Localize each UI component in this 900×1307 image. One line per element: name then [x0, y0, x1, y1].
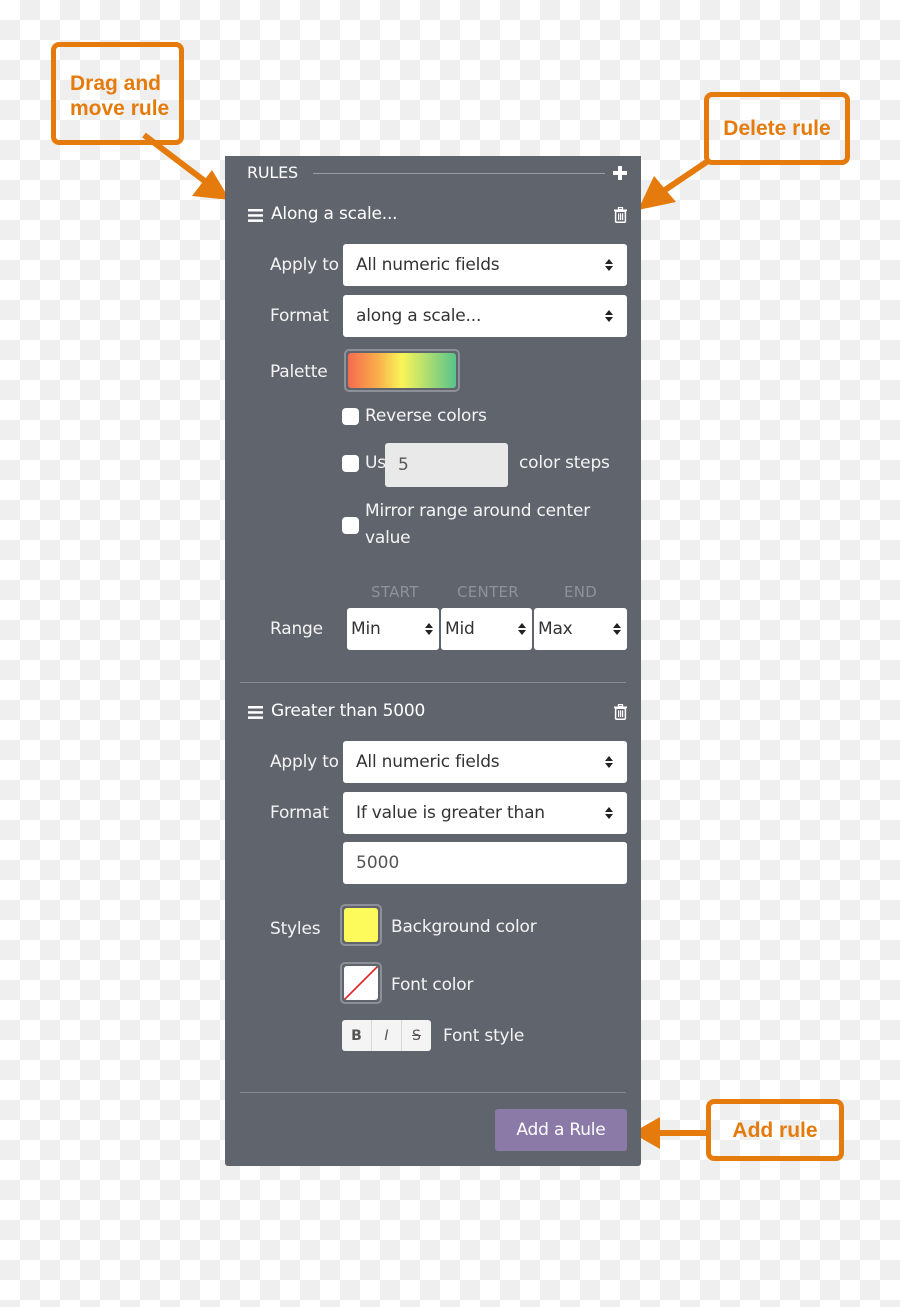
drag-handle[interactable]: [247, 705, 263, 719]
styles-label: Styles: [270, 919, 321, 939]
footer-divider: [240, 1092, 626, 1093]
rule-title: Greater than 5000: [271, 701, 426, 721]
hamburger-icon: [247, 705, 263, 719]
background-color-label: Background color: [391, 917, 537, 937]
format-select[interactable]: along a scale...: [343, 295, 627, 337]
range-end-value: Max: [538, 619, 573, 639]
select-arrows-icon: [425, 623, 433, 635]
select-arrows-icon: [605, 310, 613, 322]
reverse-colors-label: Reverse colors: [365, 406, 487, 426]
font-style-label: Font style: [443, 1026, 525, 1046]
select-arrows-icon: [518, 623, 526, 635]
reverse-colors-checkbox[interactable]: [342, 408, 359, 425]
delete-rule-button[interactable]: [611, 703, 629, 721]
apply-to-select[interactable]: All numeric fields: [343, 741, 627, 783]
font-color-none: [344, 966, 378, 1000]
select-arrows-icon: [605, 807, 613, 819]
select-arrows-icon: [605, 259, 613, 271]
range-center-select[interactable]: Mid: [441, 608, 532, 650]
range-center-value: Mid: [445, 619, 475, 639]
range-header-end: END: [564, 583, 598, 601]
range-start-select[interactable]: Min: [347, 608, 439, 650]
trash-icon: [613, 207, 627, 223]
delete-rule-button[interactable]: [611, 206, 629, 224]
italic-button[interactable]: I: [372, 1020, 402, 1051]
drag-handle[interactable]: [247, 208, 263, 222]
select-arrows-icon: [605, 756, 613, 768]
color-steps-input[interactable]: 5: [385, 443, 508, 487]
callout-add-text: Add rule: [732, 1118, 818, 1142]
format-value: If value is greater than: [356, 803, 545, 823]
callout-delete-text: Delete rule: [723, 117, 831, 140]
callout-delete-arrow: [638, 158, 710, 210]
rules-header: RULES: [247, 163, 299, 182]
threshold-input[interactable]: 5000: [343, 842, 627, 884]
background-color-fill: [344, 908, 378, 942]
add-rule-plus-button[interactable]: [611, 164, 629, 182]
format-label: Format: [270, 803, 329, 823]
range-header-start: START: [371, 583, 419, 601]
plus-icon: [613, 166, 627, 180]
apply-to-select[interactable]: All numeric fields: [343, 244, 627, 286]
color-steps-label: color steps: [519, 453, 610, 473]
threshold-value: 5000: [356, 853, 400, 873]
palette-label: Palette: [270, 362, 328, 382]
strikethrough-button[interactable]: S: [402, 1020, 431, 1051]
range-header-center: CENTER: [457, 583, 520, 601]
add-a-rule-button[interactable]: Add a Rule: [495, 1109, 627, 1151]
apply-to-label: Apply to: [270, 752, 339, 772]
background-color-swatch[interactable]: [340, 904, 382, 946]
italic-icon: I: [384, 1027, 389, 1044]
rule-title: Along a scale...: [271, 204, 398, 224]
range-label: Range: [270, 619, 323, 639]
use-color-steps-checkbox[interactable]: [342, 455, 359, 472]
no-color-slash-icon: [344, 966, 378, 1000]
format-select[interactable]: If value is greater than: [343, 792, 627, 834]
hamburger-icon: [247, 208, 263, 222]
callout-add-arrow: [632, 1117, 706, 1149]
callout-drag-line1: Drag and: [70, 72, 162, 95]
apply-to-value: All numeric fields: [356, 255, 500, 275]
range-start-value: Min: [351, 619, 381, 639]
format-label: Format: [270, 306, 329, 326]
apply-to-value: All numeric fields: [356, 752, 500, 772]
callout-drag-line2: move rule: [70, 97, 170, 120]
callout-delete-rule: Delete rule: [704, 92, 850, 165]
bold-icon: B: [351, 1027, 362, 1044]
apply-to-label: Apply to: [270, 255, 339, 275]
rule-divider: [240, 682, 626, 683]
strikethrough-icon: S: [412, 1027, 421, 1044]
mirror-range-checkbox[interactable]: [342, 517, 359, 534]
rules-panel: RULES Along a scale... Apply to All nume…: [225, 156, 641, 1166]
add-a-rule-label: Add a Rule: [516, 1120, 606, 1140]
font-style-buttons: B I S: [342, 1020, 431, 1051]
mirror-range-line1: Mirror range around center: [365, 501, 590, 521]
trash-icon: [613, 704, 627, 720]
font-color-swatch[interactable]: [340, 962, 382, 1004]
font-color-label: Font color: [391, 975, 474, 995]
callout-add-rule: Add rule: [706, 1099, 844, 1161]
select-arrows-icon: [613, 623, 621, 635]
range-end-select[interactable]: Max: [534, 608, 627, 650]
format-value: along a scale...: [356, 306, 482, 326]
color-steps-value: 5: [398, 455, 409, 475]
palette-picker[interactable]: [344, 349, 460, 392]
header-divider: [313, 173, 605, 174]
mirror-range-line2: value: [365, 528, 411, 548]
palette-gradient: [348, 353, 456, 388]
bold-button[interactable]: B: [342, 1020, 372, 1051]
